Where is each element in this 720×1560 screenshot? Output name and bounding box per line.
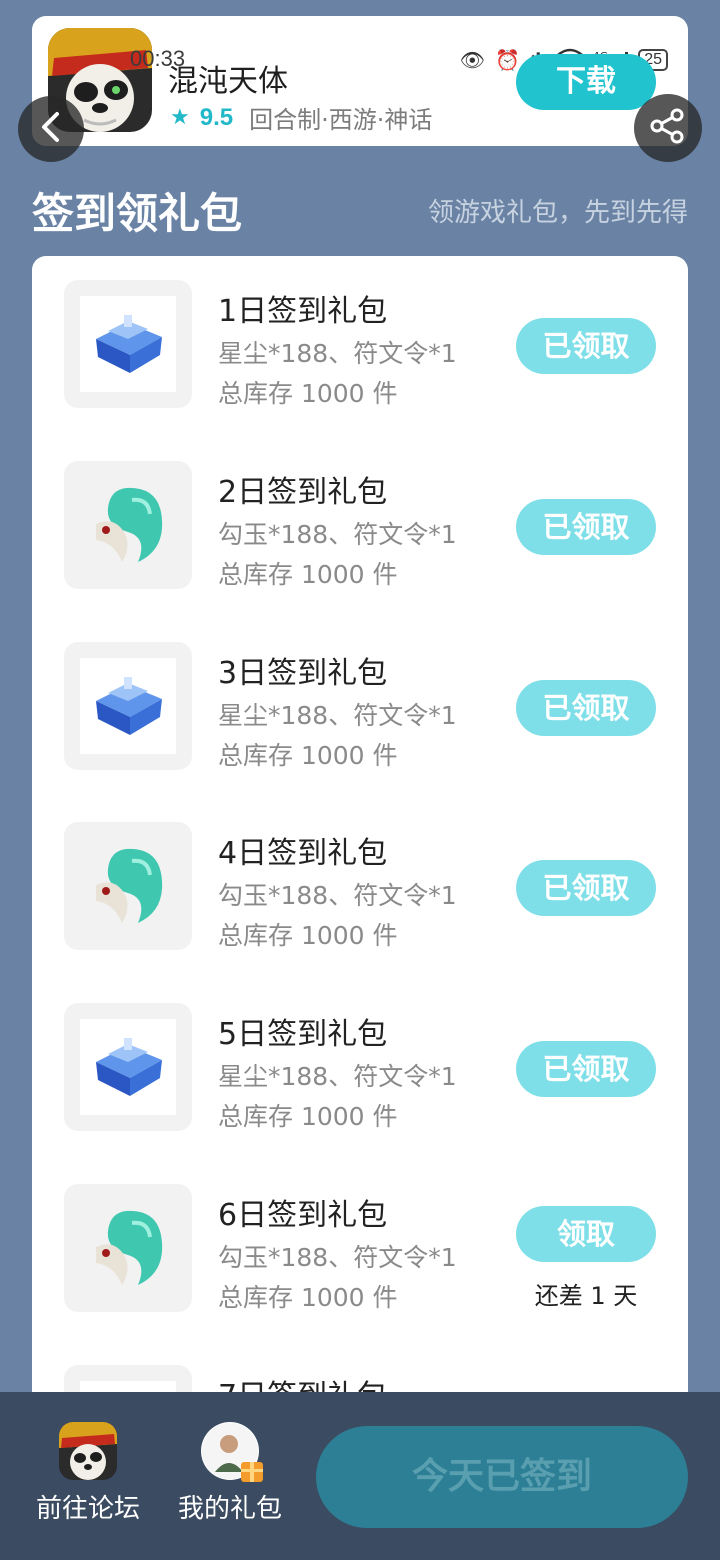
gift-row: 5日签到礼包 星尘*188、符文令*1 总库存 1000 件 已领取 [32, 979, 688, 1131]
gift-thumbnail [64, 461, 192, 589]
game-title: 混沌天体 [168, 64, 288, 99]
gift-content: 勾玉*188、符文令*1 [218, 881, 457, 910]
gift-thumbnail [64, 642, 192, 770]
game-rating: 9.5 [199, 103, 234, 131]
gift-row: 1日签到礼包 星尘*188、符文令*1 总库存 1000 件 已领取 [32, 256, 688, 408]
share-icon [648, 106, 688, 150]
gift-content: 星尘*188、符文令*1 [218, 701, 457, 730]
gift-name: 5日签到礼包 [218, 1017, 388, 1052]
section-subtitle: 领游戏礼包，先到先得 [427, 198, 688, 228]
forum-link[interactable]: 前往论坛 [28, 1422, 148, 1525]
gift-content: 星尘*188、符文令*1 [218, 1062, 457, 1091]
gift-stock: 总库存 1000 件 [218, 741, 398, 770]
game-tags: 回合制·西游·神话 [249, 106, 433, 134]
share-button[interactable] [634, 94, 702, 162]
gift-name: 4日签到礼包 [218, 836, 388, 871]
eye-icon: 👁 [459, 48, 485, 72]
section-title: 签到领礼包 [32, 189, 243, 238]
jade-magatama-icon [80, 1200, 176, 1296]
gift-stock: 总库存 1000 件 [218, 921, 398, 950]
claimed-button[interactable]: 已领取 [516, 1041, 656, 1097]
gift-row: 3日签到礼包 星尘*188、符文令*1 总库存 1000 件 已领取 [32, 618, 688, 770]
gift-row: 6日签到礼包 勾玉*188、符文令*1 总库存 1000 件 领取 还差 1 天 [32, 1160, 688, 1312]
jade-magatama-icon [80, 477, 176, 573]
gift-row: 4日签到礼包 勾玉*188、符文令*1 总库存 1000 件 已领取 [32, 798, 688, 950]
gift-content: 星尘*188、符文令*1 [218, 339, 457, 368]
avatar [201, 1422, 263, 1482]
days-remaining-note: 还差 1 天 [534, 1282, 638, 1310]
game-meta: ★ 9.5 回合制·西游·神话 [170, 100, 432, 135]
gift-content: 勾玉*188、符文令*1 [218, 1243, 457, 1272]
forum-game-icon [59, 1422, 117, 1480]
chevron-left-icon [38, 110, 64, 148]
claimed-button[interactable]: 已领取 [516, 499, 656, 555]
treasure-chest-icon [80, 1019, 176, 1115]
gift-stock: 总库存 1000 件 [218, 1102, 398, 1131]
gift-icon [241, 1462, 263, 1482]
my-gifts-link[interactable]: 我的礼包 [170, 1422, 290, 1525]
game-card[interactable]: 00:33 👁 ⏰ ✱ 4G 25 混沌天体 ★ 9.5 回合制·西游·神话 下… [32, 16, 688, 146]
claim-button[interactable]: 领取 [516, 1206, 656, 1262]
gift-row: 2日签到礼包 勾玉*188、符文令*1 总库存 1000 件 已领取 [32, 437, 688, 589]
bottom-bar: 前往论坛 我的礼包 今天已签到 [0, 1392, 720, 1560]
claimed-button[interactable]: 已领取 [516, 860, 656, 916]
back-button[interactable] [18, 96, 84, 162]
treasure-chest-icon [80, 296, 176, 392]
download-button[interactable]: 下载 [516, 54, 656, 110]
alarm-icon: ⏰ [495, 48, 520, 72]
forum-label: 前往论坛 [35, 1494, 140, 1524]
gift-stock: 总库存 1000 件 [218, 379, 398, 408]
gift-name: 1日签到礼包 [218, 294, 388, 329]
star-icon: ★ [170, 105, 190, 130]
gift-name: 3日签到礼包 [218, 656, 388, 691]
my-gifts-label: 我的礼包 [177, 1494, 282, 1524]
gift-thumbnail [64, 1003, 192, 1131]
gift-thumbnail [64, 822, 192, 950]
claimed-button[interactable]: 已领取 [516, 680, 656, 736]
claimed-button[interactable]: 已领取 [516, 318, 656, 374]
gift-stock: 总库存 1000 件 [218, 560, 398, 589]
gift-thumbnail [64, 1184, 192, 1312]
gift-thumbnail [64, 280, 192, 408]
treasure-chest-icon [80, 658, 176, 754]
gift-name: 6日签到礼包 [218, 1198, 388, 1233]
signed-today-button[interactable]: 今天已签到 [316, 1426, 688, 1528]
gift-content: 勾玉*188、符文令*1 [218, 520, 457, 549]
jade-magatama-icon [80, 838, 176, 934]
gift-name: 2日签到礼包 [218, 475, 388, 510]
gift-stock: 总库存 1000 件 [218, 1283, 398, 1312]
gift-list[interactable]: 1日签到礼包 星尘*188、符文令*1 总库存 1000 件 已领取 2日签到礼… [32, 256, 688, 1406]
